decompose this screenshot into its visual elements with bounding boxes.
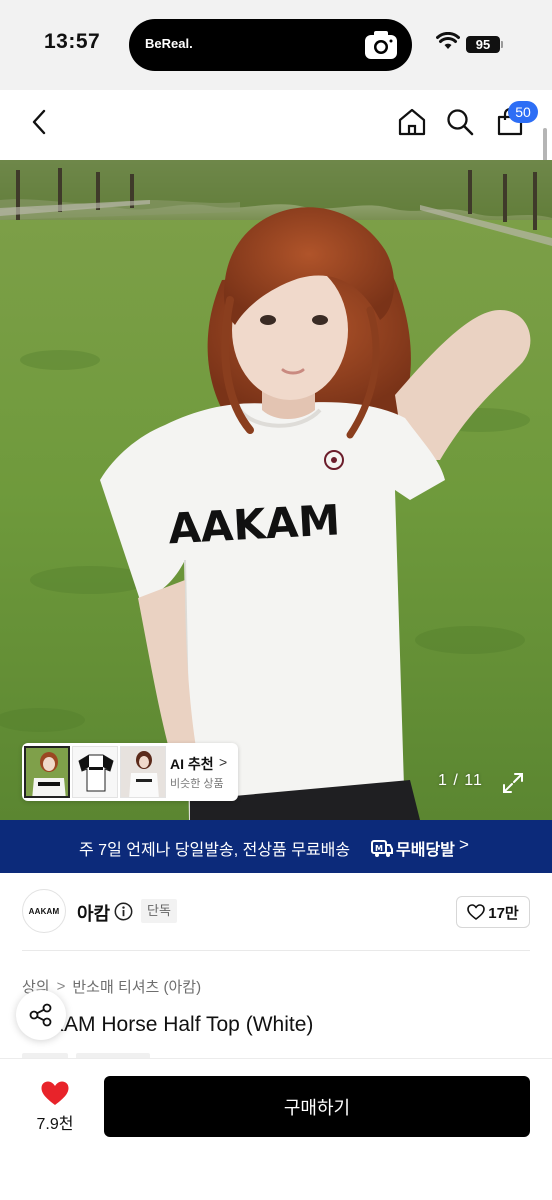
navigation-bar bbox=[0, 90, 552, 160]
thumbnail-image bbox=[78, 754, 114, 792]
battery-indicator: 95 bbox=[466, 36, 500, 53]
shirt-print-text: AAKAM bbox=[167, 495, 341, 553]
info-icon[interactable] bbox=[114, 902, 133, 921]
status-bar: 13:57 BeReal. 95 bbox=[0, 0, 552, 90]
home-button[interactable] bbox=[396, 106, 428, 138]
breadcrumb-separator: > bbox=[56, 978, 66, 995]
delivery-truck-icon: M bbox=[371, 840, 393, 857]
chevron-right-icon: > bbox=[219, 754, 228, 770]
back-button[interactable] bbox=[24, 106, 56, 138]
image-counter: 1 / 11 bbox=[438, 772, 483, 789]
share-icon bbox=[29, 1003, 52, 1027]
thumbnail-image bbox=[26, 748, 68, 796]
share-button[interactable] bbox=[16, 990, 66, 1040]
product-photo: AAKAM bbox=[0, 160, 552, 820]
expand-icon[interactable] bbox=[502, 772, 524, 794]
ai-thumb-2[interactable] bbox=[72, 746, 118, 798]
product-image[interactable]: AAKAM bbox=[0, 160, 552, 820]
svg-text:M: M bbox=[375, 844, 383, 853]
promo-logo-label: 무배당발 bbox=[396, 842, 455, 859]
heart-outline-icon bbox=[467, 904, 486, 920]
ai-recommend-title: AI 추천 bbox=[170, 756, 214, 772]
ai-thumb-1[interactable] bbox=[24, 746, 70, 798]
ai-recommend-card[interactable]: AI 추천 > 비슷한 상품 bbox=[22, 743, 238, 801]
ai-recommend-subtitle: 비슷한 상품 bbox=[170, 778, 224, 790]
exclusive-badge: 단독 bbox=[141, 899, 177, 923]
battery-tip bbox=[501, 41, 503, 48]
chevron-right-icon: > bbox=[459, 835, 469, 854]
thumbnail-image bbox=[121, 747, 165, 797]
island-app-label: BeReal. bbox=[145, 36, 193, 51]
camera-icon bbox=[365, 31, 397, 59]
wifi-icon bbox=[436, 32, 460, 49]
wish-count: 7.9천 bbox=[36, 1116, 74, 1133]
chevron-left-icon bbox=[32, 109, 46, 135]
search-button[interactable] bbox=[444, 106, 476, 138]
promo-text: 주 7일 언제나 당일발송, 전상품 무료배송 bbox=[79, 842, 351, 859]
ai-thumb-3[interactable] bbox=[120, 746, 166, 798]
promo-logo: M 무배당발 bbox=[371, 836, 455, 860]
dynamic-island[interactable]: BeReal. bbox=[129, 19, 412, 71]
cart-count-badge: 50 bbox=[508, 101, 538, 123]
home-icon bbox=[398, 108, 426, 136]
status-time: 13:57 bbox=[44, 30, 101, 53]
buy-button[interactable]: 구매하기 bbox=[104, 1076, 530, 1137]
breadcrumb-item-tshirts[interactable]: 반소매 티셔츠 (아캄) bbox=[72, 976, 201, 997]
brand-name[interactable]: 아캄 bbox=[77, 900, 110, 926]
search-icon bbox=[447, 109, 474, 136]
heart-filled-icon[interactable] bbox=[40, 1080, 70, 1106]
brand-like-count: 17만 bbox=[488, 904, 519, 922]
free-shipping-banner[interactable]: 주 7일 언제나 당일발송, 전상품 무료배송 M 무배당발 > bbox=[0, 820, 552, 873]
brand-logo[interactable]: AAKAM bbox=[22, 889, 66, 933]
section-divider bbox=[22, 950, 530, 951]
brand-like-button[interactable]: 17만 bbox=[456, 896, 530, 928]
